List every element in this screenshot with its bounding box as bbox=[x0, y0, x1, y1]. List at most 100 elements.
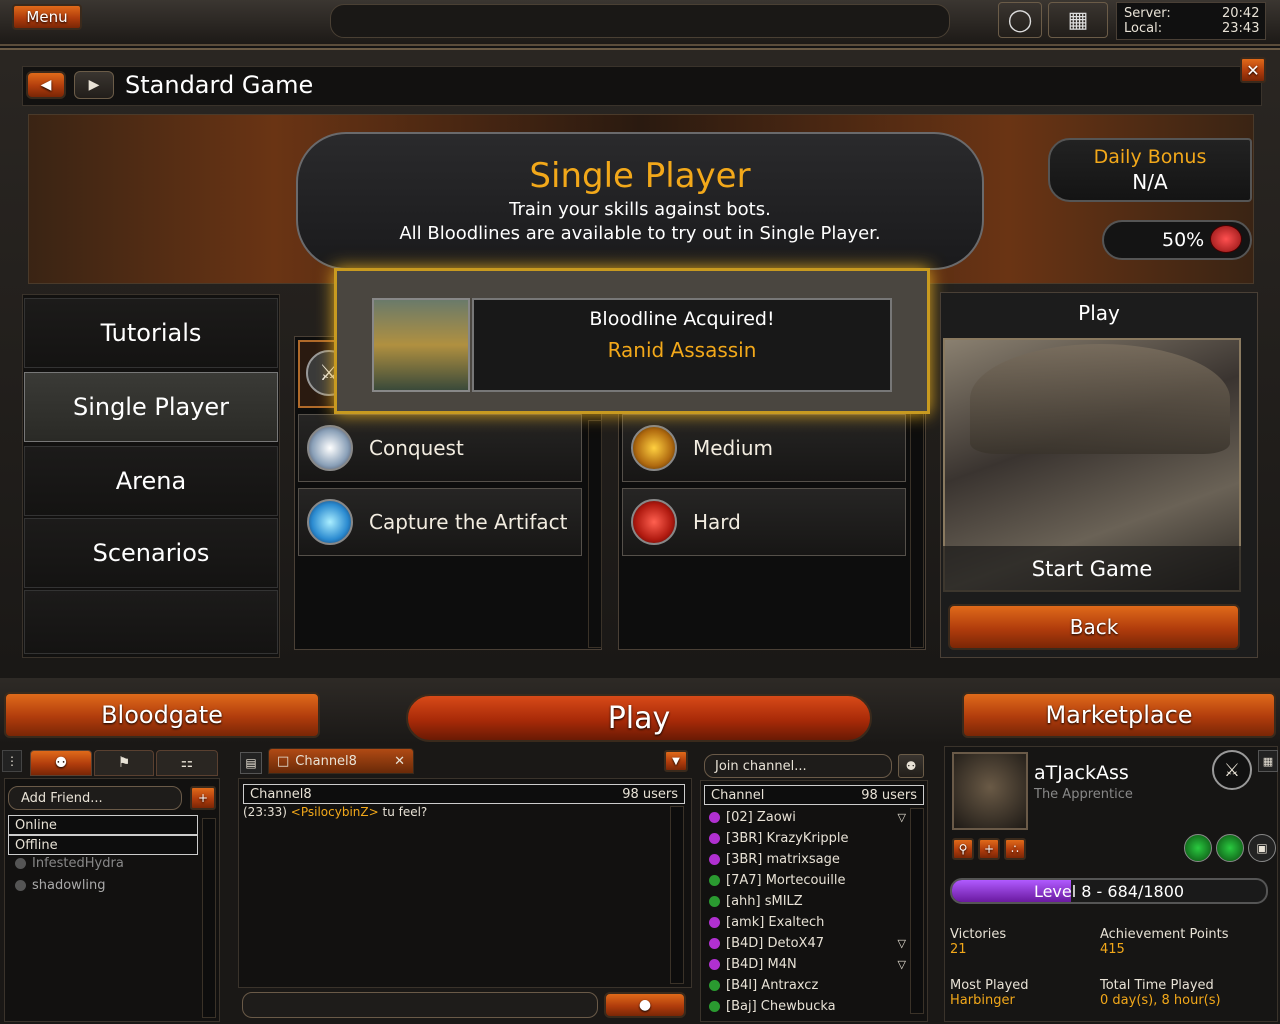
channel-header: Channel 98 users bbox=[704, 785, 924, 805]
mode-capture-label: Capture the Artifact bbox=[369, 510, 568, 534]
channel-scrollbar[interactable] bbox=[910, 808, 924, 1014]
close-tab-icon[interactable]: ✕ bbox=[394, 754, 405, 769]
chat-input[interactable] bbox=[242, 992, 598, 1018]
red-fist-icon bbox=[631, 499, 677, 545]
chat-header: Channel8 98 users bbox=[243, 784, 685, 804]
friends-tab[interactable]: ⚉ bbox=[30, 750, 92, 776]
banner-line1: Train your skills against bots. bbox=[509, 199, 771, 220]
friend-row[interactable]: InfestedHydra bbox=[12, 856, 124, 871]
hat-shape bbox=[970, 344, 1230, 454]
server-time: 20:42 bbox=[1222, 6, 1260, 21]
online-header[interactable]: Online bbox=[8, 815, 198, 835]
mode-scrollbar[interactable] bbox=[588, 420, 602, 648]
bloodline-name: Ranid Assassin bbox=[607, 338, 757, 362]
shield-icon: ▽ bbox=[897, 811, 906, 824]
difficulty-medium-label: Medium bbox=[693, 436, 773, 460]
group-icon[interactable]: ∴ bbox=[1004, 838, 1026, 860]
menu-empty-slot bbox=[24, 590, 278, 654]
top-decor-slot bbox=[330, 4, 950, 38]
friends-collapse-icon[interactable]: ⋮ bbox=[2, 750, 22, 772]
difficulty-hard[interactable]: Hard bbox=[622, 488, 906, 556]
daily-bonus-value: N/A bbox=[1132, 170, 1168, 194]
difficulty-medium[interactable]: Medium bbox=[622, 414, 906, 482]
bonus-percent: 50% bbox=[1162, 229, 1205, 251]
chat-dropdown-icon[interactable]: ▼ bbox=[664, 750, 688, 772]
brain-icon bbox=[1210, 225, 1242, 253]
menu-arena[interactable]: Arena bbox=[24, 446, 278, 516]
gold-fist-icon bbox=[631, 425, 677, 471]
stat-time-played-value: 0 day(s), 8 hour(s) bbox=[1100, 993, 1221, 1008]
menu-tutorials[interactable]: Tutorials bbox=[24, 298, 278, 368]
stat-time-played-label: Total Time Played bbox=[1100, 978, 1214, 993]
chat-menu-icon[interactable]: ▤ bbox=[240, 752, 262, 774]
local-time: 23:43 bbox=[1222, 21, 1260, 36]
add-icon[interactable]: + bbox=[978, 838, 1000, 860]
banner-title: Single Player bbox=[529, 156, 751, 196]
join-channel-field[interactable]: Join channel... bbox=[704, 754, 892, 778]
page-title: Standard Game bbox=[125, 71, 314, 99]
globe-icon[interactable]: ◯ bbox=[998, 2, 1042, 38]
lock-icon[interactable]: ▣ bbox=[1248, 834, 1276, 862]
back-arrow-button[interactable]: ◀ bbox=[26, 71, 66, 99]
channel-member[interactable]: [B4I] Antraxcz bbox=[706, 975, 906, 996]
marketplace-button[interactable]: Marketplace bbox=[962, 692, 1276, 738]
menu-scenarios[interactable]: Scenarios bbox=[24, 518, 278, 588]
shield-icon: ▽ bbox=[897, 937, 906, 950]
difficulty-hard-label: Hard bbox=[693, 510, 741, 534]
status-icon[interactable] bbox=[1184, 834, 1212, 862]
mode-conquest-label: Conquest bbox=[369, 436, 464, 460]
forward-arrow-button[interactable]: ▶ bbox=[74, 71, 114, 99]
channel-member[interactable]: [3BR] KrazyKripple bbox=[706, 828, 906, 849]
avatar[interactable] bbox=[952, 752, 1028, 830]
channel-member[interactable]: [B4D] M4N ▽ bbox=[706, 954, 906, 975]
profile-title: The Apprentice bbox=[1034, 787, 1133, 802]
chat-tab[interactable]: □ Channel8 ✕ bbox=[268, 748, 414, 774]
stats-icon[interactable]: ▦ bbox=[1258, 750, 1278, 772]
play-nav-button[interactable]: Play bbox=[406, 694, 872, 742]
shield-icon: ▽ bbox=[897, 958, 906, 971]
flag-tab[interactable]: ⚑ bbox=[94, 750, 154, 776]
channel-users-icon[interactable]: ⚉ bbox=[898, 754, 924, 778]
start-game-button[interactable]: Start Game bbox=[943, 546, 1241, 592]
channel-member[interactable]: [B4D] DetoX47 ▽ bbox=[706, 933, 906, 954]
eye-icon bbox=[307, 425, 353, 471]
close-icon[interactable]: ✕ bbox=[1240, 57, 1266, 83]
stat-achievements-label: Achievement Points bbox=[1100, 927, 1229, 942]
chat-tab-label: Channel8 bbox=[295, 753, 357, 769]
channel-member[interactable]: [7A7] Mortecouille bbox=[706, 870, 906, 891]
channel-member[interactable]: [Baj] Chewbucka bbox=[706, 996, 906, 1017]
back-button[interactable]: Back bbox=[948, 604, 1240, 650]
channel-member[interactable]: [02] Zaowi ▽ bbox=[706, 807, 906, 828]
banner-line2: All Bloodlines are available to try out … bbox=[399, 223, 881, 244]
stat-victories-label: Victories bbox=[950, 927, 1007, 942]
orb-icon bbox=[307, 499, 353, 545]
friends-scrollbar[interactable] bbox=[202, 818, 216, 1018]
mode-capture-artifact[interactable]: Capture the Artifact bbox=[298, 488, 582, 556]
chat-message: (23:33) <PsilocybinZ> tu feel? bbox=[243, 805, 428, 819]
offline-header[interactable]: Offline bbox=[8, 835, 198, 855]
bloodline-portrait bbox=[372, 298, 470, 392]
channel-member[interactable]: [amk] Exaltech bbox=[706, 912, 906, 933]
daily-bonus-label: Daily Bonus bbox=[1093, 146, 1207, 168]
stat-most-played-value: Harbinger bbox=[950, 993, 1015, 1008]
add-friend-field[interactable]: Add Friend... bbox=[8, 786, 182, 810]
grid-icon[interactable]: ▦ bbox=[1048, 2, 1108, 38]
channel-member[interactable]: [3BR] matrixsage bbox=[706, 849, 906, 870]
add-friend-icon[interactable]: + bbox=[190, 786, 216, 810]
chat-bubble-icon: □ bbox=[277, 753, 290, 769]
channel-member[interactable]: [ahh] sMILZ bbox=[706, 891, 906, 912]
menu-single-player[interactable]: Single Player bbox=[24, 372, 278, 442]
bloodgate-button[interactable]: Bloodgate bbox=[4, 692, 320, 738]
person-icon[interactable] bbox=[1216, 834, 1244, 862]
friend-row[interactable]: shadowling bbox=[12, 878, 106, 893]
menu-button[interactable]: Menu bbox=[12, 4, 82, 30]
local-label: Local: bbox=[1124, 21, 1163, 36]
group-tab[interactable]: ⚏ bbox=[156, 750, 218, 776]
play-panel-title: Play bbox=[1078, 301, 1120, 325]
chat-scrollbar[interactable] bbox=[670, 806, 684, 984]
mode-conquest[interactable]: Conquest bbox=[298, 414, 582, 482]
bloodline-title: Bloodline Acquired! bbox=[589, 308, 775, 330]
search-icon[interactable]: ⚲ bbox=[952, 838, 974, 860]
level-text: Level 8 - 684/1800 bbox=[1033, 882, 1185, 901]
send-chat-button[interactable]: ● bbox=[604, 992, 686, 1018]
